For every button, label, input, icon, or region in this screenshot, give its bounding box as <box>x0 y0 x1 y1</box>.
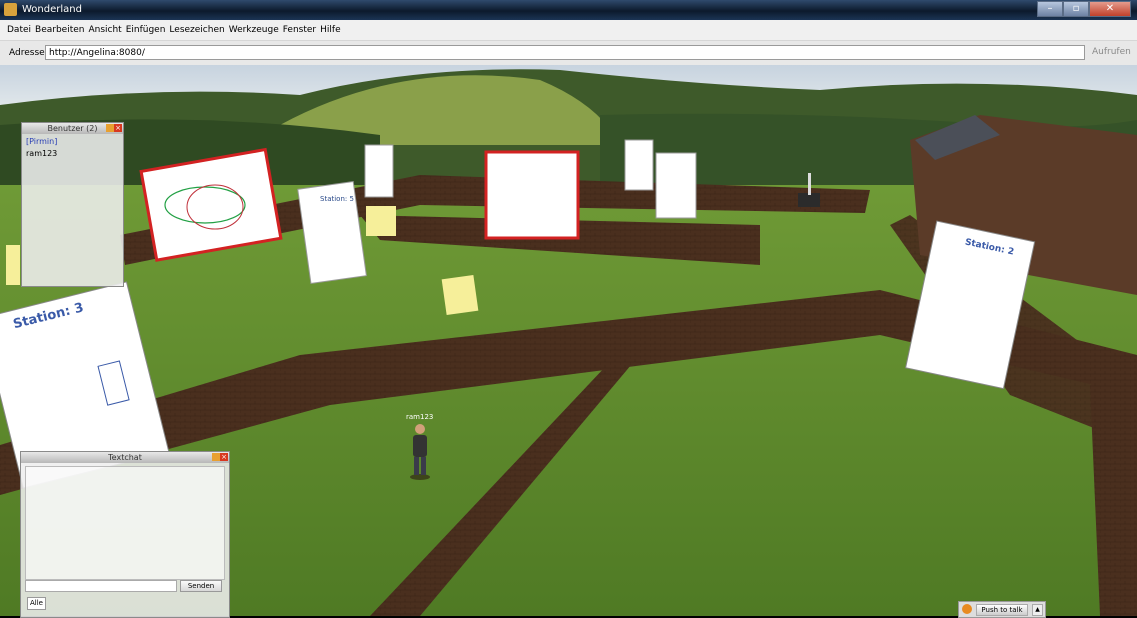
push-to-talk-control: Push to talk ▲ <box>958 601 1046 618</box>
user-item[interactable]: [Pirmin] <box>26 137 119 146</box>
close-icon[interactable]: × <box>220 453 228 461</box>
window-controls: – ▫ ✕ <box>1037 1 1131 17</box>
menu-bearbeiten[interactable]: Bearbeiten <box>35 20 84 35</box>
mic-icon <box>962 604 972 614</box>
menu-bar: Datei Bearbeiten Ansicht Einfügen Leseze… <box>0 20 1137 41</box>
menu-hilfe[interactable]: Hilfe <box>320 20 340 35</box>
chevron-up-icon[interactable]: ▲ <box>1032 604 1043 616</box>
window-titlebar: Wonderland – ▫ ✕ <box>0 0 1137 20</box>
send-button[interactable]: Senden <box>180 580 222 592</box>
minimize-icon[interactable] <box>212 453 220 461</box>
users-list: [Pirmin] ram123 <box>22 134 123 164</box>
chat-tab-all[interactable]: Alle <box>27 597 46 610</box>
menu-werkzeuge[interactable]: Werkzeuge <box>229 20 279 35</box>
station5-title: Station: 5 <box>320 195 354 203</box>
textchat-panel: Textchat × Senden Alle <box>20 451 230 618</box>
menu-fenster[interactable]: Fenster <box>283 20 316 35</box>
users-panel-title: Benutzer (2) <box>47 124 98 133</box>
app-icon <box>4 3 17 16</box>
close-icon[interactable]: ✕ <box>1089 1 1131 17</box>
go-button[interactable]: Aufrufen <box>1092 47 1131 57</box>
minimize-icon[interactable]: – <box>1037 1 1063 17</box>
maximize-icon[interactable]: ▫ <box>1063 1 1089 17</box>
address-label: Adresse: <box>9 48 48 58</box>
user-item[interactable]: ram123 <box>26 149 119 158</box>
chat-input[interactable] <box>25 580 177 592</box>
menu-datei[interactable]: Datei <box>7 20 31 35</box>
avatar-name-label: ram123 <box>406 413 434 421</box>
users-panel: Benutzer (2) × [Pirmin] ram123 <box>21 122 124 287</box>
address-input[interactable] <box>45 45 1085 60</box>
address-bar: Adresse: Aufrufen <box>0 41 1137 66</box>
minimize-icon[interactable] <box>106 124 114 132</box>
close-icon[interactable]: × <box>114 124 122 132</box>
textchat-title: Textchat <box>108 453 142 462</box>
menu-einfuegen[interactable]: Einfügen <box>126 20 166 35</box>
menu-ansicht[interactable]: Ansicht <box>88 20 121 35</box>
menu-lesezeichen[interactable]: Lesezeichen <box>169 20 224 35</box>
chat-log[interactable] <box>25 466 225 580</box>
push-to-talk-button[interactable]: Push to talk <box>976 604 1028 616</box>
users-panel-header: Benutzer (2) × <box>22 123 123 134</box>
window-title: Wonderland <box>22 4 82 15</box>
textchat-header: Textchat × <box>21 452 229 463</box>
